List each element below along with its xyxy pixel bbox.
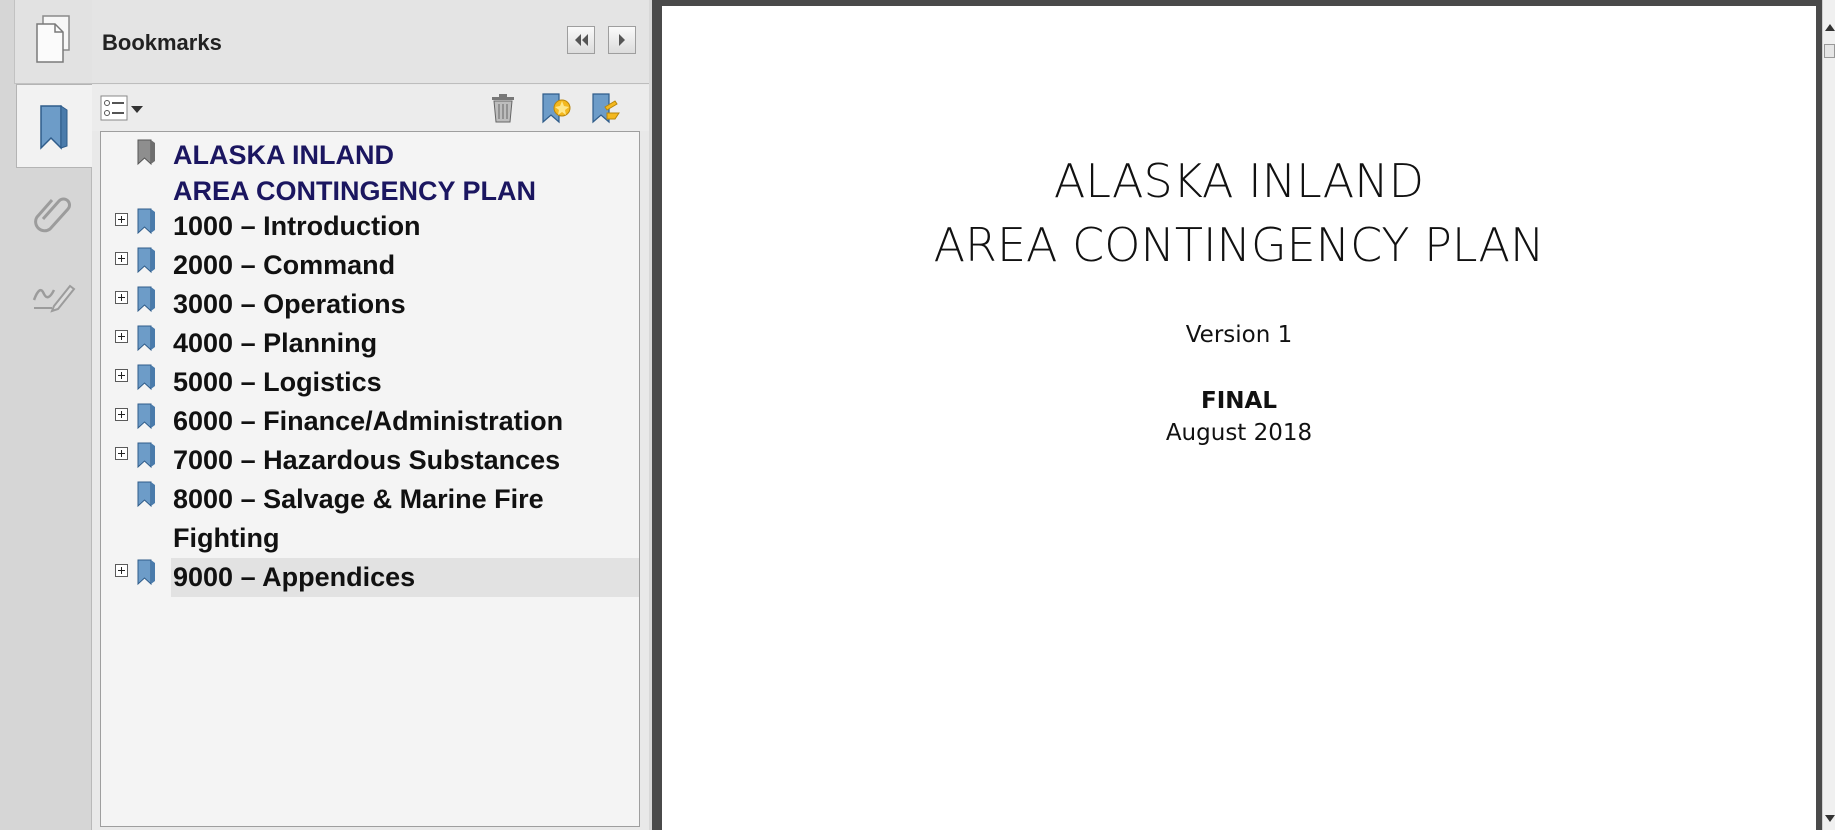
bookmark-icon bbox=[137, 364, 155, 391]
options-menu-icon bbox=[100, 95, 143, 121]
new-bookmark-button[interactable] bbox=[538, 92, 574, 124]
expand-toggle[interactable] bbox=[115, 408, 128, 421]
attachments-tab-button[interactable] bbox=[14, 170, 92, 254]
bookmark-label-line2: AREA CONTINGENCY PLAN bbox=[173, 176, 537, 206]
bookmark-properties-icon bbox=[592, 93, 620, 124]
bookmark-item-salvage-marine-fire-fighting[interactable]: 8000 – Salvage & Marine Fire Fighting bbox=[101, 480, 639, 558]
document-page: ALASKA INLAND AREA CONTINGENCY PLAN Vers… bbox=[662, 6, 1816, 830]
bookmark-icon bbox=[137, 208, 155, 235]
vertical-scrollbar[interactable] bbox=[1822, 0, 1835, 830]
options-menu-button[interactable] bbox=[100, 92, 146, 124]
bookmark-item-hazardous-substances[interactable]: 7000 – Hazardous Substances bbox=[101, 441, 639, 481]
expand-toggle[interactable] bbox=[115, 564, 128, 577]
expand-toggle[interactable] bbox=[115, 330, 128, 343]
bookmark-icon bbox=[137, 247, 155, 274]
bookmark-tree: ALASKA INLAND AREA CONTINGENCY PLAN 1000… bbox=[100, 131, 640, 827]
signatures-tab-button[interactable] bbox=[14, 252, 92, 336]
bookmark-label: 7000 – Hazardous Substances bbox=[173, 445, 561, 475]
bookmark-properties-button[interactable] bbox=[588, 92, 624, 124]
bookmark-icon bbox=[137, 403, 155, 430]
panel-title: Bookmarks bbox=[102, 30, 222, 55]
expand-toggle[interactable] bbox=[115, 291, 128, 304]
bookmark-item-logistics[interactable]: 5000 – Logistics bbox=[101, 363, 639, 403]
bookmark-icon bbox=[137, 325, 155, 352]
collapse-panel-icon bbox=[575, 34, 588, 46]
expand-toggle[interactable] bbox=[115, 369, 128, 382]
bookmark-label: 9000 – Appendices bbox=[171, 558, 639, 597]
expand-panel-icon bbox=[619, 34, 625, 46]
bookmark-item-planning[interactable]: 4000 – Planning bbox=[101, 324, 639, 364]
bookmark-item-introduction[interactable]: 1000 – Introduction bbox=[101, 207, 639, 247]
paperclip-icon bbox=[34, 197, 71, 233]
bookmark-icon bbox=[137, 286, 155, 313]
new-bookmark-icon bbox=[542, 93, 571, 124]
trash-icon bbox=[492, 94, 514, 123]
bookmark-label-line2: Fighting bbox=[173, 523, 280, 553]
bookmark-label: 1000 – Introduction bbox=[173, 211, 421, 241]
bookmark-icon bbox=[40, 105, 68, 150]
bookmarks-panel: Bookmarks ALASKA INLAND AREA CONTINGENCY… bbox=[92, 0, 649, 830]
bookmarks-panel-header: Bookmarks bbox=[92, 0, 649, 84]
document-view[interactable]: ALASKA INLAND AREA CONTINGENCY PLAN Vers… bbox=[652, 0, 1822, 830]
page-thumbnails-icon bbox=[36, 15, 70, 63]
bookmark-gray-icon bbox=[137, 139, 155, 166]
document-status: FINAL bbox=[1201, 388, 1277, 414]
scroll-up-icon[interactable] bbox=[1825, 24, 1835, 31]
bookmarks-tab-button[interactable] bbox=[16, 84, 93, 168]
expand-toggle[interactable] bbox=[115, 213, 128, 226]
document-title-line2: AREA CONTINGENCY PLAN bbox=[933, 218, 1545, 272]
bookmark-label: 6000 – Finance/Administration bbox=[173, 406, 564, 436]
bookmark-label: 2000 – Command bbox=[173, 250, 396, 280]
bookmark-label-line1: 8000 – Salvage & Marine Fire bbox=[173, 484, 544, 514]
bookmark-item-command[interactable]: 2000 – Command bbox=[101, 246, 639, 286]
bookmark-label: 3000 – Operations bbox=[173, 289, 406, 319]
expand-toggle[interactable] bbox=[115, 252, 128, 265]
document-date: August 2018 bbox=[1165, 420, 1313, 446]
bookmark-label: 5000 – Logistics bbox=[173, 367, 382, 397]
bookmarks-toolbar bbox=[92, 85, 649, 131]
bookmark-label-line1: ALASKA INLAND bbox=[173, 140, 394, 170]
document-title-line1: ALASKA INLAND bbox=[1053, 154, 1425, 208]
scroll-down-icon[interactable] bbox=[1825, 815, 1835, 822]
bookmark-icon bbox=[137, 559, 155, 586]
expand-toggle[interactable] bbox=[115, 447, 128, 460]
page-thumbnails-button[interactable] bbox=[14, 0, 92, 84]
bookmark-item-finance-administration[interactable]: 6000 – Finance/Administration bbox=[101, 402, 639, 442]
collapse-panel-button[interactable] bbox=[567, 26, 595, 54]
bookmark-label: 4000 – Planning bbox=[173, 328, 378, 358]
scroll-thumb[interactable] bbox=[1824, 44, 1835, 58]
expand-panel-button[interactable] bbox=[608, 26, 636, 54]
document-version: Version 1 bbox=[1185, 322, 1293, 348]
bookmark-item-appendices[interactable]: 9000 – Appendices bbox=[101, 558, 639, 598]
bookmark-item-title[interactable]: ALASKA INLAND AREA CONTINGENCY PLAN bbox=[101, 136, 639, 214]
signature-icon bbox=[32, 284, 76, 313]
delete-bookmark-button[interactable] bbox=[488, 92, 518, 124]
navigation-rail bbox=[0, 0, 93, 830]
bookmark-icon bbox=[137, 481, 155, 508]
bookmark-icon bbox=[137, 442, 155, 469]
bookmark-item-operations[interactable]: 3000 – Operations bbox=[101, 285, 639, 325]
